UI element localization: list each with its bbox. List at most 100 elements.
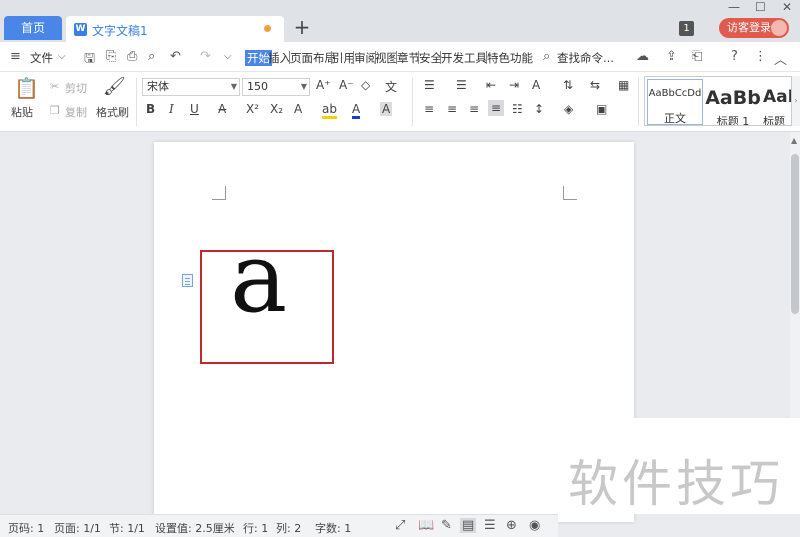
outline-view-icon[interactable]: ☰ [484,518,496,533]
customize-toolbar-icon[interactable]: ⌵ [224,51,232,62]
show-marks-icon[interactable]: ⇆ [590,78,600,92]
scrollbar-thumb[interactable] [791,154,799,314]
collapse-ribbon-icon[interactable]: ︿ [774,49,787,68]
help-icon[interactable]: ? [731,49,738,64]
shrink-font-icon[interactable]: A⁻ [339,78,354,92]
menu-references[interactable]: 引用 [332,50,355,66]
menu-features[interactable]: 特色功能 [487,50,533,66]
menu-view[interactable]: 视图 [375,50,398,66]
watermark-text: 软件技巧 [568,455,784,513]
style-normal[interactable]: AaBbCcDd 正文 [647,79,703,125]
print-preview-icon[interactable]: ⌕ [148,49,155,64]
font-color-icon[interactable]: A [352,102,361,119]
styles-scroll-right[interactable]: › [792,76,800,126]
read-mode-icon[interactable]: 📖 [418,518,434,533]
status-section[interactable]: 节: 1/1 [109,520,145,536]
guest-login-button[interactable]: 访客登录 [719,18,789,38]
export-pdf-icon[interactable]: ⎘ [106,49,116,64]
status-page-count[interactable]: 页面: 1/1 [54,520,101,536]
increase-indent-icon[interactable]: ⇥ [509,78,519,92]
paste-icon[interactable]: 📋 [14,76,39,100]
clear-format-icon[interactable]: ◇ [361,78,370,92]
italic-icon[interactable]: I [169,102,174,116]
menu-file[interactable]: 文件 [30,50,53,66]
bold-icon[interactable]: B [146,102,155,116]
search-icon[interactable]: ⌕ [543,49,550,64]
line-spacing-icon[interactable]: ↕ [534,102,544,116]
document-text[interactable]: a [230,230,287,326]
avatar-icon [771,20,787,36]
window-count-badge[interactable]: 1 [679,21,694,36]
menu-chapter[interactable]: 章节 [397,50,420,66]
cut-icon[interactable]: ✂ [50,80,59,93]
align-left-icon[interactable]: ≡ [424,102,434,116]
menu-page-layout[interactable]: 页面布局 [290,50,336,66]
new-tab-button[interactable]: + [292,17,312,37]
copy-icon[interactable]: ❐ [50,104,60,117]
close-button[interactable]: ✕ [782,0,792,14]
format-painter-button[interactable]: 格式刷 [96,104,129,120]
font-size-select[interactable]: 150 ▼ [242,78,310,96]
numbered-list-icon[interactable]: ☰ [456,78,467,92]
menu-security[interactable]: 安全 [419,50,442,66]
command-search[interactable]: 查找命令... [557,50,614,66]
shading-fill-icon[interactable]: ◈ [564,102,573,116]
justify-icon[interactable]: ≡ [488,100,505,116]
paste-button[interactable]: 粘贴 [11,104,33,120]
font-name-select[interactable]: 宋体 ▼ [142,78,240,96]
write-mode-icon[interactable]: ✎ [441,518,452,533]
bullet-list-icon[interactable]: ☰ [424,78,435,92]
paragraph-handle-icon[interactable] [182,274,193,287]
cloud-icon[interactable]: ☁ [636,49,649,64]
web-view-icon[interactable]: ⊕ [506,518,517,533]
copy-button[interactable]: 复制 [65,104,87,120]
table-border-icon[interactable]: ▦ [618,78,629,92]
undo-icon[interactable]: ↶ [170,49,181,64]
style-heading[interactable]: AaI 标题 [763,83,791,125]
eye-protection-icon[interactable]: ◉ [529,518,540,533]
chevron-down-icon[interactable]: ⌵ [58,51,66,62]
menu-icon[interactable]: ≡ [10,49,21,64]
save-icon[interactable]: 🖫 [84,49,95,71]
tab-document[interactable]: W 文字文稿1 [66,16,284,42]
menu-developer[interactable]: 开发工具 [441,50,487,66]
subscript-icon[interactable]: X₂ [270,102,283,116]
style-heading-1[interactable]: AaBb 标题 1 [705,83,761,125]
align-center-icon[interactable]: ≡ [447,102,457,116]
align-right-icon[interactable]: ≡ [469,102,479,116]
writer-doc-icon: W [74,23,87,36]
cut-button[interactable]: 剪切 [65,80,87,96]
collaborate-icon[interactable]: ⎗ [692,49,702,64]
status-page-number[interactable]: 页码: 1 [8,520,44,536]
menu-insert[interactable]: 插入 [268,50,291,66]
distributed-icon[interactable]: ☷ [512,102,523,116]
chinese-layout-icon[interactable]: A [532,78,540,92]
fullscreen-icon[interactable]: ⤢ [395,518,405,533]
borders-icon[interactable]: ▣ [596,102,607,116]
status-row[interactable]: 行: 1 [243,520,268,536]
status-word-count[interactable]: 字数: 1 [315,520,351,536]
status-setting[interactable]: 设置值: 2.5厘米 [155,520,235,536]
print-icon[interactable]: ⎙ [127,49,137,64]
scroll-up-icon[interactable]: ▲ [791,136,797,145]
more-icon[interactable]: ⋮ [754,49,767,64]
phonetic-guide-icon[interactable]: 文 [385,78,397,95]
format-painter-icon[interactable]: 🖌 [103,76,126,97]
maximize-button[interactable]: ☐ [755,0,766,14]
underline-icon[interactable]: U [190,102,199,116]
sort-icon[interactable]: ⇅ [563,78,573,92]
menu-review[interactable]: 审阅 [354,50,377,66]
share-icon[interactable]: ⇪ [666,49,677,64]
tab-home[interactable]: 首页 [4,16,62,40]
text-effect-icon[interactable]: A [294,102,302,116]
decrease-indent-icon[interactable]: ⇤ [486,78,496,92]
grow-font-icon[interactable]: A⁺ [316,78,331,92]
redo-icon[interactable]: ↷ [200,49,211,64]
strikethrough-icon[interactable]: A̶ [218,102,226,116]
page-view-icon[interactable]: ▤ [460,518,477,533]
superscript-icon[interactable]: X² [246,102,259,116]
highlight-icon[interactable]: ab [322,102,337,119]
char-shading-icon[interactable]: A [380,102,393,116]
minimize-button[interactable]: — [728,0,740,14]
status-column[interactable]: 列: 2 [276,520,301,536]
